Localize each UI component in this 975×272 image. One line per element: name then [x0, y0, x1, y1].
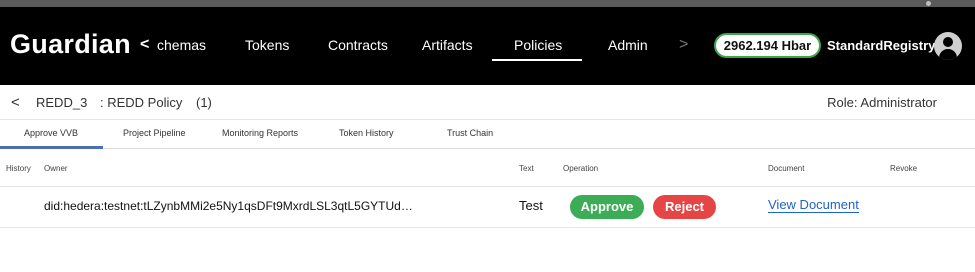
col-history: History — [6, 164, 31, 173]
policy-tabs: Approve VVB Project Pipeline Monitoring … — [0, 120, 975, 149]
avatar-head — [943, 37, 953, 47]
window-dot — [926, 1, 931, 6]
tab-approve-vvb[interactable]: Approve VVB — [24, 128, 78, 138]
brand-logo: Guardian — [10, 29, 131, 59]
nav-active-underline — [492, 59, 582, 61]
nav-item-contracts[interactable]: Contracts — [328, 37, 388, 53]
policy-version: (1) — [196, 95, 212, 110]
approve-button[interactable]: Approve — [570, 195, 644, 219]
view-document-link[interactable]: View Document — [768, 197, 859, 213]
tab-monitoring-reports[interactable]: Monitoring Reports — [222, 128, 298, 138]
avatar-body — [939, 49, 957, 60]
policy-header: < REDD_3 : REDD Policy (1) Role: Adminis… — [0, 85, 975, 120]
back-chevron-icon[interactable]: < — [11, 94, 20, 111]
nav-item-admin[interactable]: Admin — [608, 37, 648, 53]
col-text: Text — [519, 164, 534, 173]
user-name[interactable]: StandardRegistry — [827, 38, 935, 53]
reject-button[interactable]: Reject — [653, 195, 716, 219]
role-label: Role: Administrator — [827, 95, 937, 110]
col-revoke: Revoke — [890, 164, 918, 173]
table-header: History Owner Text Operation Document Re… — [0, 149, 975, 187]
hbar-balance-badge: 2962.194 Hbar — [714, 33, 821, 58]
col-operation: Operation — [563, 164, 599, 173]
top-navbar: Guardian < chemas Tokens Contracts Artif… — [0, 7, 975, 85]
policy-title: : REDD Policy — [100, 95, 183, 110]
account-circle-icon[interactable] — [934, 32, 962, 60]
table-row: did:hedera:testnet:tLZynbMMi2e5Ny1qsDFt9… — [0, 187, 975, 228]
row-text: Test — [519, 198, 543, 213]
tab-project-pipeline[interactable]: Project Pipeline — [123, 128, 186, 138]
nav-item-artifacts[interactable]: Artifacts — [422, 37, 473, 53]
col-owner: Owner — [44, 164, 68, 173]
nav-next-chevron-icon[interactable]: > — [679, 36, 688, 54]
col-document: Document — [768, 164, 805, 173]
nav-item-policies[interactable]: Policies — [514, 37, 562, 53]
window-top-strip — [0, 0, 975, 7]
tab-trust-chain[interactable]: Trust Chain — [447, 128, 493, 138]
nav-item-tokens[interactable]: Tokens — [245, 37, 289, 53]
policy-name: REDD_3 — [36, 95, 88, 110]
nav-item-schemas[interactable]: chemas — [157, 37, 206, 53]
owner-did: did:hedera:testnet:tLZynbMMi2e5Ny1qsDFt9… — [44, 199, 413, 213]
nav-prev-chevron-icon[interactable]: < — [140, 36, 149, 54]
tab-token-history[interactable]: Token History — [339, 128, 394, 138]
